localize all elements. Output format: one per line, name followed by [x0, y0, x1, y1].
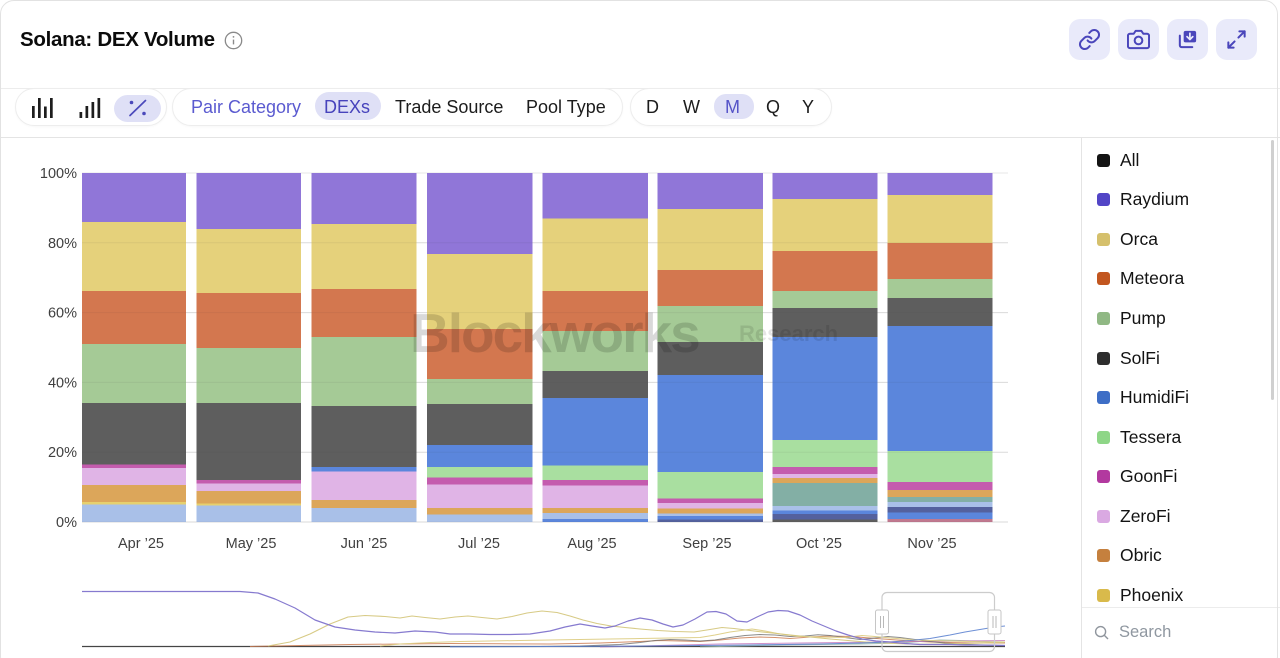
svg-text:May ’25: May ’25	[226, 536, 277, 552]
svg-text:Apr ’25: Apr ’25	[118, 536, 164, 552]
svg-text:40%: 40%	[48, 375, 77, 391]
svg-text:Jun ’25: Jun ’25	[341, 536, 388, 552]
svg-text:Jul ’25: Jul ’25	[458, 536, 500, 552]
svg-text:Sep ’25: Sep ’25	[682, 536, 731, 552]
svg-text:Aug ’25: Aug ’25	[567, 536, 616, 552]
svg-text:100%: 100%	[40, 166, 77, 182]
svg-text:Nov ’25: Nov ’25	[907, 536, 956, 552]
svg-text:Oct ’25: Oct ’25	[796, 536, 842, 552]
svg-text:80%: 80%	[48, 236, 77, 252]
svg-text:Research: Research	[739, 321, 838, 346]
svg-text:60%: 60%	[48, 306, 77, 322]
svg-text:20%: 20%	[48, 445, 77, 461]
svg-text:Blockworks: Blockworks	[410, 302, 699, 364]
svg-text:0%: 0%	[56, 515, 77, 531]
